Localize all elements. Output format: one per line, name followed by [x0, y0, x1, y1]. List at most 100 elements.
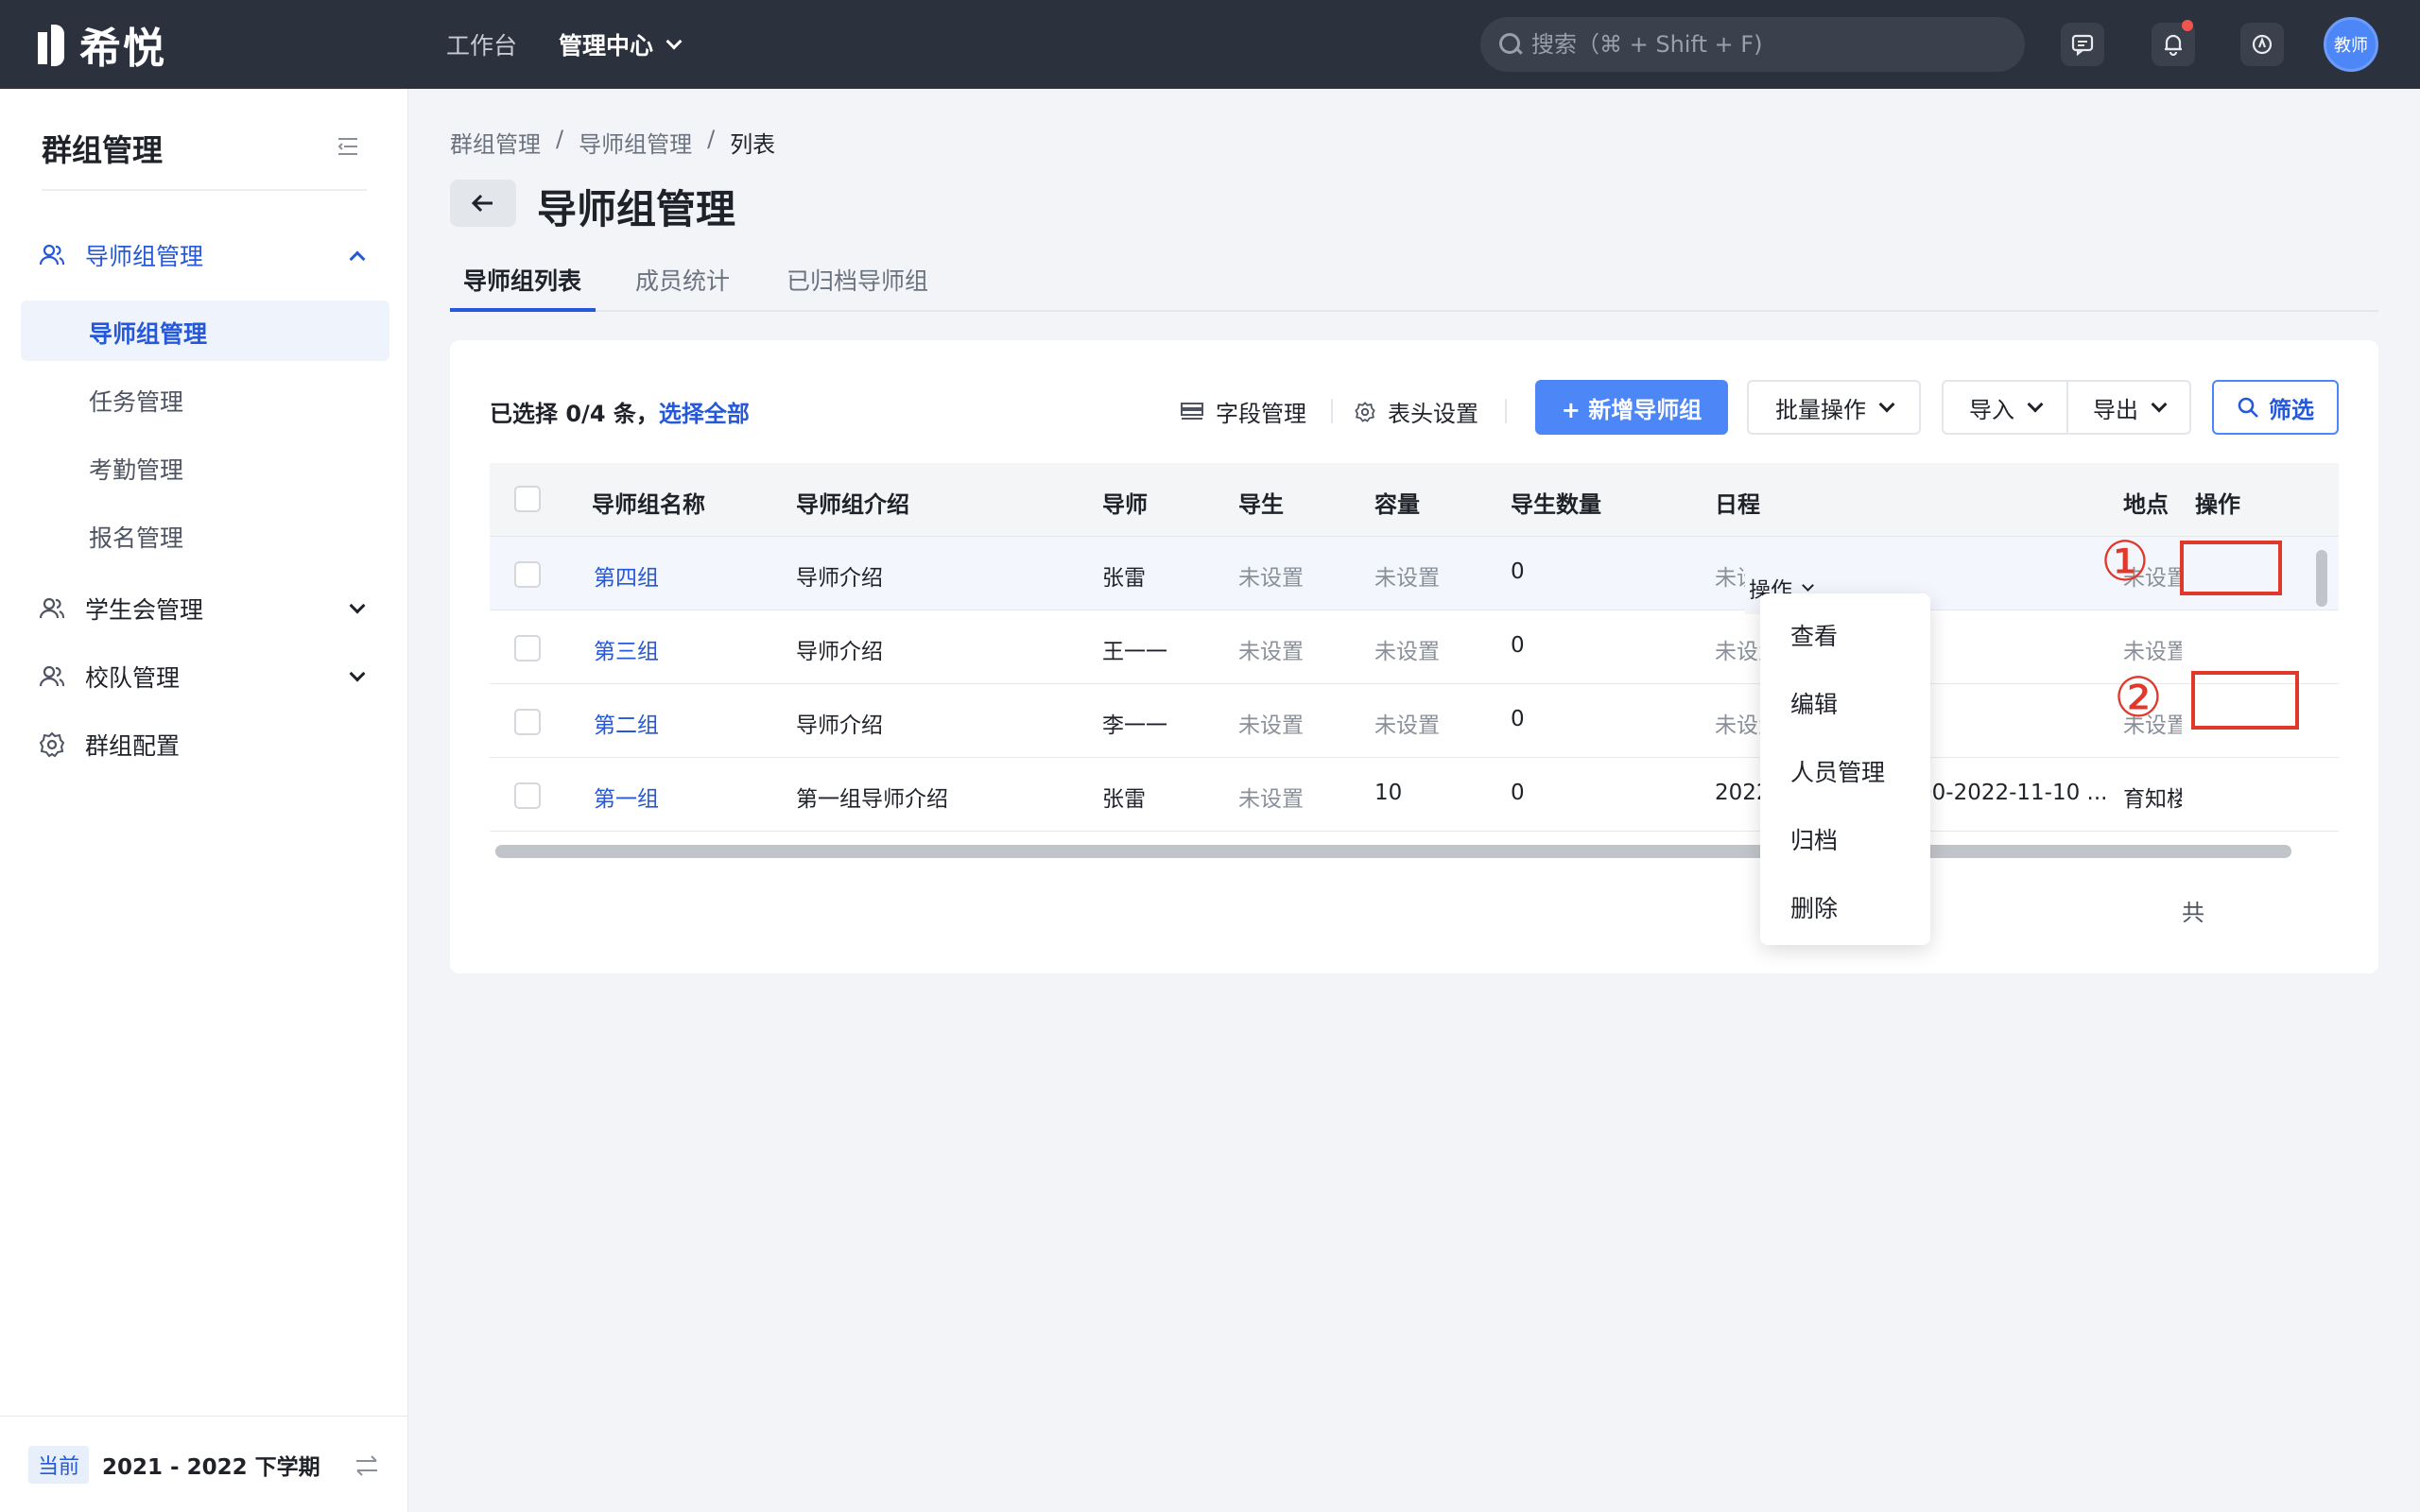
row-checkbox[interactable]: [514, 635, 541, 662]
group-intro: 导师介绍: [796, 566, 883, 591]
search-box[interactable]: [1480, 17, 2025, 72]
horizontal-scrollbar[interactable]: [495, 845, 2291, 858]
menu-item-delete[interactable]: 删除: [1790, 890, 1838, 924]
sidebar-group-label: 学生会管理: [85, 596, 204, 624]
column-header-intro[interactable]: 导师组介绍: [796, 486, 909, 519]
notification-dot: [2182, 20, 2193, 31]
field-manage-button[interactable]: 字段管理: [1180, 395, 1306, 428]
bell-icon: [2165, 34, 2182, 57]
nav-workbench[interactable]: 工作台: [446, 27, 517, 61]
row-checkbox[interactable]: [514, 561, 541, 588]
group-name-link[interactable]: 第一组: [594, 781, 659, 813]
group-count: 0: [1511, 781, 1525, 805]
group-tutor: 张雷: [1102, 566, 1146, 591]
menu-item-edit[interactable]: 编辑: [1790, 686, 1838, 720]
breadcrumb-item[interactable]: 群组管理: [450, 126, 541, 159]
group-capacity: 未设置: [1374, 713, 1440, 738]
chevron-down-icon: [2027, 396, 2044, 413]
menu-item-members[interactable]: 人员管理: [1790, 754, 1885, 788]
term-switcher[interactable]: 当前 2021 - 2022 下学期: [0, 1416, 407, 1512]
users-icon: [39, 665, 65, 687]
add-group-button[interactable]: + 新增导师组: [1535, 380, 1728, 435]
selection-summary: 已选择 0/4 条，选择全部: [490, 395, 750, 428]
group-count: 0: [1511, 559, 1525, 584]
arrow-left-icon: [471, 194, 493, 213]
row-checkbox[interactable]: [514, 782, 541, 809]
sidebar-subitem-attendance[interactable]: 考勤管理: [89, 452, 183, 486]
tab-tutor-list[interactable]: 导师组列表: [463, 263, 581, 297]
group-name-link[interactable]: 第四组: [594, 559, 659, 592]
group-count: 0: [1511, 633, 1525, 658]
group-intro: 导师介绍: [796, 713, 883, 738]
breadcrumb-item[interactable]: 导师组管理: [579, 126, 692, 159]
chevron-down-icon: [349, 597, 366, 614]
step-marker-1: ①: [2100, 529, 2150, 593]
import-button[interactable]: 导入: [1942, 380, 2068, 435]
export-button[interactable]: 导出: [2066, 380, 2191, 435]
vertical-scrollbar[interactable]: [2316, 550, 2327, 607]
row-checkbox[interactable]: [514, 709, 541, 735]
select-all-link[interactable]: 选择全部: [659, 401, 750, 427]
column-header-tutor[interactable]: 导师: [1102, 486, 1148, 519]
notification-button[interactable]: [2152, 20, 2195, 66]
page-title: 导师组管理: [537, 186, 736, 232]
tab-bar: 导师组列表 成员统计 已归档导师组: [450, 253, 2378, 312]
avatar[interactable]: 教师: [2324, 17, 2378, 72]
current-term-badge: 当前: [28, 1445, 90, 1484]
message-button[interactable]: [2061, 23, 2104, 66]
sidebar: 群组管理 导师组管理 导师组管理 任务管理 考勤管理 报名管理 学生会管理 校队…: [0, 89, 408, 1512]
menu-item-view[interactable]: 查看: [1790, 618, 1838, 652]
sidebar-subitem-registration[interactable]: 报名管理: [89, 520, 183, 554]
column-header-capacity[interactable]: 容量: [1374, 486, 1420, 519]
group-location: 未设置: [2123, 640, 2182, 664]
search-input[interactable]: [1531, 31, 2004, 58]
table-row[interactable]: 第四组 导师介绍 张雷 未设置 未设置 0 未设置 未设置: [490, 537, 2339, 610]
sidebar-subitem-tutor-manage[interactable]: 导师组管理: [89, 316, 207, 350]
swap-icon[interactable]: [354, 1452, 380, 1479]
table-row[interactable]: 第一组 第一组导师介绍 张雷 未设置 10 0 2022-11-10 17:00…: [490, 758, 2339, 832]
sidebar-group-school-team[interactable]: 校队管理: [38, 660, 371, 694]
batch-operation-button[interactable]: 批量操作: [1747, 380, 1921, 435]
table-row[interactable]: 第三组 导师介绍 王一一 未设置 未设置 0 未设置 未设置: [490, 610, 2339, 684]
compass-icon: [2252, 34, 2273, 55]
table-row[interactable]: 第二组 导师介绍 李一一 未设置 未设置 0 未设置 未设置: [490, 684, 2339, 758]
column-header-schedule[interactable]: 日程: [1715, 486, 1760, 519]
gear-icon: [39, 731, 65, 758]
current-term-label: 2021 - 2022 下学期: [102, 1454, 320, 1480]
toolbar-separator: [1505, 399, 1507, 423]
back-button[interactable]: [450, 180, 516, 227]
sidebar-group-student-union[interactable]: 学生会管理: [38, 592, 371, 626]
header-settings-button[interactable]: 表头设置: [1354, 395, 1478, 428]
tab-member-stats[interactable]: 成员统计: [635, 263, 730, 297]
users-icon: [39, 244, 65, 266]
group-capacity: 未设置: [1374, 640, 1440, 664]
table-header: 导师组名称 导师组介绍 导师 导生 容量 导生数量 日程 地点 操作: [490, 463, 2339, 537]
batch-operation-label: 批量操作: [1775, 396, 1866, 423]
nav-management-center[interactable]: 管理中心: [559, 27, 683, 61]
collapse-sidebar-icon[interactable]: [337, 136, 359, 157]
select-all-checkbox[interactable]: [514, 486, 541, 512]
group-name-link[interactable]: 第三组: [594, 633, 659, 665]
highlight-box-action: [2180, 541, 2282, 595]
column-header-location[interactable]: 地点: [2123, 486, 2169, 519]
logo-text: 希悦: [79, 25, 166, 73]
tab-archived[interactable]: 已归档导师组: [786, 263, 928, 297]
column-header-action: 操作: [2195, 491, 2240, 518]
column-header-students[interactable]: 导生: [1238, 486, 1284, 519]
group-tutor: 李一一: [1102, 713, 1167, 738]
group-students: 未设置: [1238, 713, 1304, 738]
group-tutor: 张雷: [1102, 787, 1146, 812]
app-center-button[interactable]: [2240, 23, 2284, 66]
sidebar-group-label: 导师组管理: [85, 243, 204, 270]
sidebar-subitem-task-manage[interactable]: 任务管理: [89, 384, 183, 418]
group-name-link[interactable]: 第二组: [594, 707, 659, 739]
sidebar-group-config[interactable]: 群组配置: [38, 728, 371, 762]
filter-button[interactable]: 筛选: [2212, 380, 2339, 435]
sidebar-group-tutor[interactable]: 导师组管理: [38, 238, 371, 272]
sidebar-divider: [42, 189, 367, 191]
column-header-name[interactable]: 导师组名称: [592, 486, 705, 519]
menu-item-archive[interactable]: 归档: [1790, 822, 1838, 856]
column-header-count[interactable]: 导生数量: [1511, 486, 1601, 519]
chevron-down-icon: [1802, 578, 1814, 592]
logo[interactable]: 希悦: [38, 21, 166, 73]
